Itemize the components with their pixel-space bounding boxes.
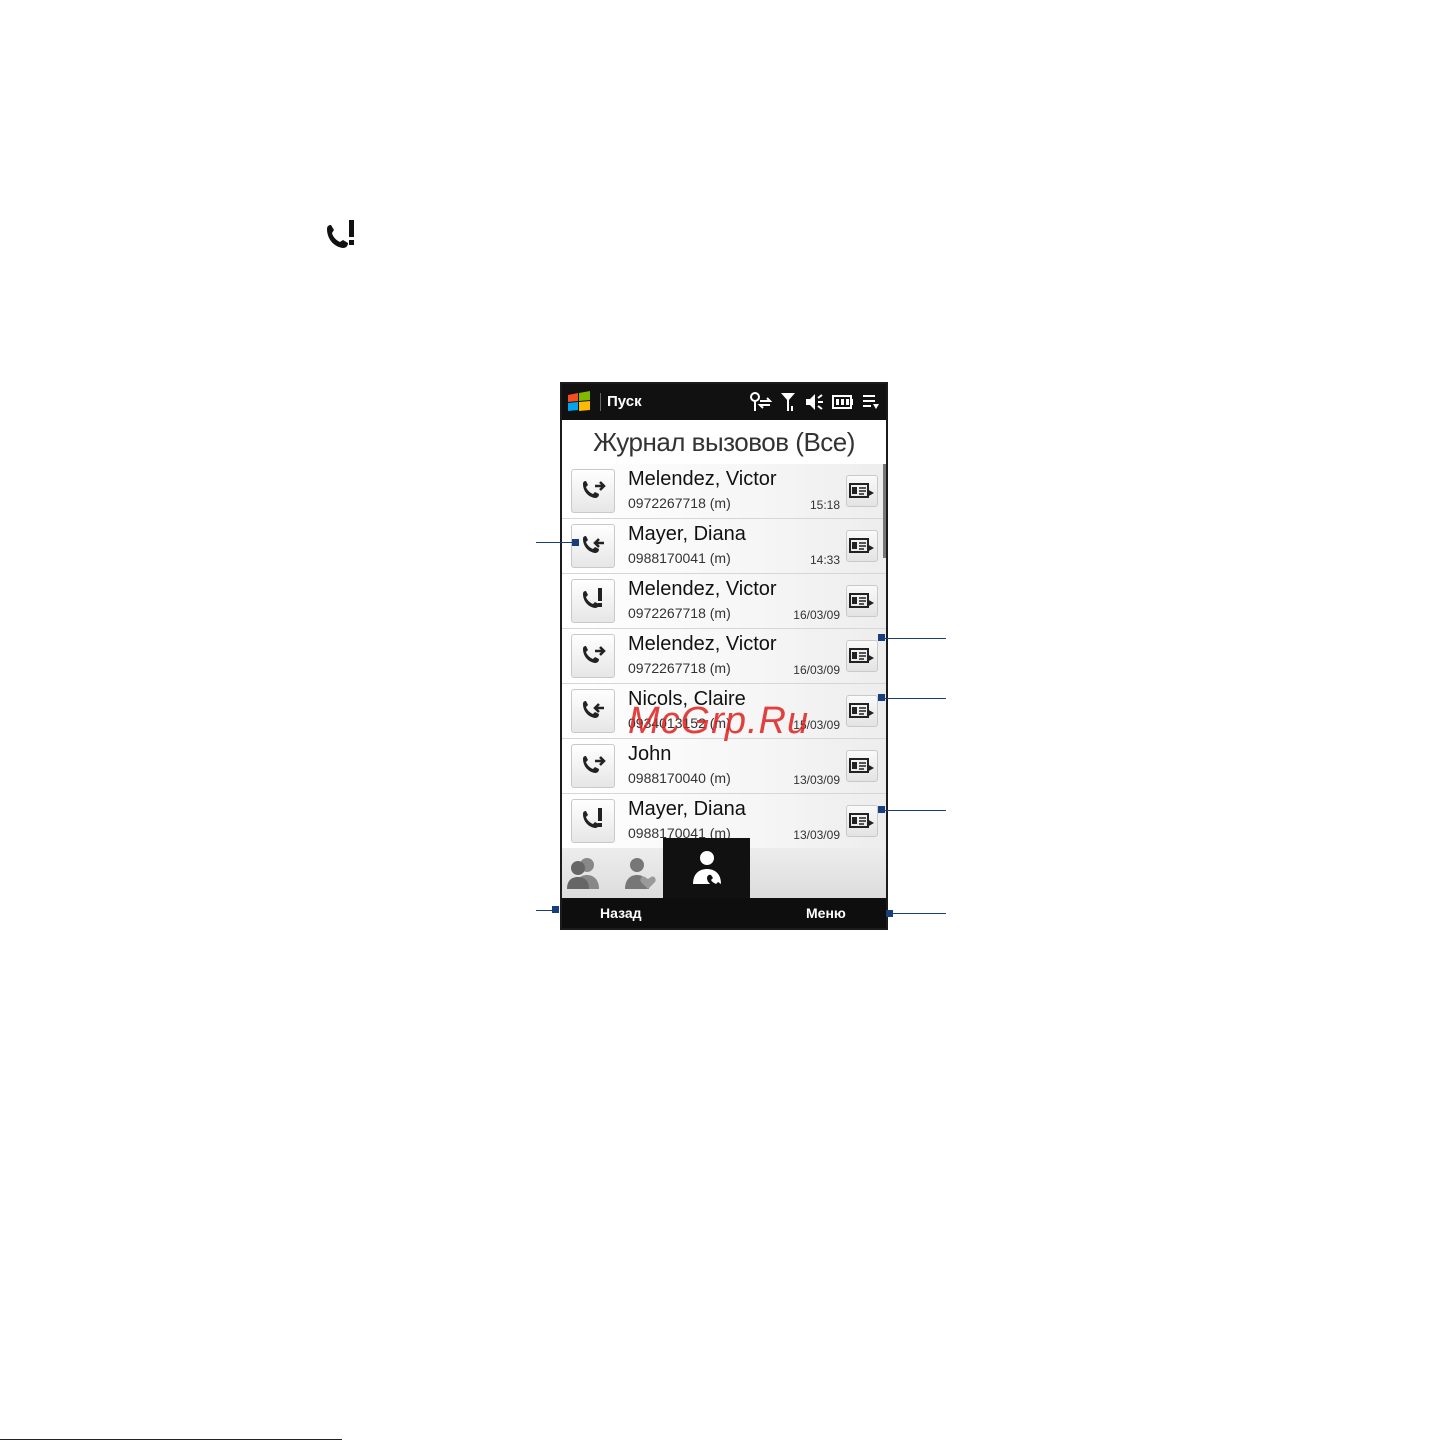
tab-favorites[interactable]	[618, 848, 662, 898]
windows-start-icon[interactable]	[566, 391, 592, 413]
contact-details-button[interactable]	[846, 640, 878, 672]
quick-menu-icon[interactable]	[862, 393, 880, 411]
call-back-button[interactable]	[571, 799, 615, 843]
callout-line	[882, 698, 946, 699]
contact-name: John	[628, 743, 672, 765]
tab-call-history[interactable]	[663, 838, 750, 898]
call-back-button[interactable]	[571, 524, 615, 568]
call-time: 16/03/09	[793, 663, 840, 677]
incoming-call-icon	[583, 536, 604, 553]
call-back-button[interactable]	[571, 469, 615, 513]
contact-card-icon	[849, 483, 874, 498]
contact-name: Melendez, Victor	[628, 468, 777, 490]
tab-contacts[interactable]	[562, 848, 606, 898]
people-icon	[567, 858, 599, 889]
call-row[interactable]: Melendez, Victor 0972267718 (m) 15:18	[562, 464, 886, 519]
callout-line	[882, 638, 946, 639]
callout-marker	[878, 634, 885, 641]
volume-icon[interactable]	[804, 392, 824, 412]
call-back-button[interactable]	[571, 689, 615, 733]
contact-details-button[interactable]	[846, 475, 878, 507]
missed-call-icon	[327, 220, 354, 248]
call-back-button[interactable]	[571, 579, 615, 623]
outgoing-call-icon	[583, 756, 606, 773]
contact-name: Melendez, Victor	[628, 578, 777, 600]
call-time: 15:18	[809, 498, 840, 512]
phone-number: 0988170040 (m)	[628, 770, 731, 786]
callout-marker	[878, 806, 885, 813]
call-time: 13/03/09	[793, 828, 840, 842]
menu-softkey[interactable]: Меню	[806, 905, 846, 921]
incoming-call-icon	[583, 701, 604, 718]
data-connection-icon[interactable]	[750, 392, 772, 412]
back-softkey[interactable]: Назад	[600, 905, 642, 921]
outgoing-call-icon	[583, 481, 606, 498]
call-row[interactable]: John 0988170040 (m) 13/03/09	[562, 739, 886, 794]
watermark: McGrp.Ru	[628, 700, 810, 742]
contact-card-icon	[849, 593, 874, 608]
contact-name: Mayer, Diana	[628, 798, 746, 820]
call-back-button[interactable]	[571, 634, 615, 678]
screen-title: Журнал вызовов (Все)	[562, 420, 886, 464]
contact-card-icon	[849, 703, 874, 718]
callout-marker	[886, 910, 893, 917]
contact-card-icon	[849, 538, 874, 553]
call-time: 14:33	[809, 553, 840, 567]
call-history-icon	[692, 851, 721, 887]
contact-card-icon	[849, 648, 874, 663]
contact-card-icon	[849, 758, 874, 773]
battery-icon[interactable]	[832, 394, 854, 410]
signal-strength-icon[interactable]	[780, 392, 796, 412]
contact-details-button[interactable]	[846, 750, 878, 782]
contact-details-button[interactable]	[846, 585, 878, 617]
contact-card-icon	[849, 813, 874, 828]
phone-number: 0972267718 (m)	[628, 495, 731, 511]
contact-name: Melendez, Victor	[628, 633, 777, 655]
status-bar: Пуск	[562, 384, 886, 420]
tab-bar	[562, 838, 886, 898]
call-time: 13/03/09	[793, 773, 840, 787]
call-time: 16/03/09	[793, 608, 840, 622]
phone-screen: Пуск Журнал вызовов (Все) Melendez, Vict…	[560, 382, 888, 930]
phone-number: 0988170041 (m)	[628, 550, 731, 566]
call-row[interactable]: Mayer, Diana 0988170041 (m) 14:33	[562, 519, 886, 574]
call-history-list[interactable]: Melendez, Victor 0972267718 (m) 15:18 Ma…	[562, 464, 886, 849]
favorite-person-icon	[625, 858, 656, 889]
call-row[interactable]: Melendez, Victor 0972267718 (m) 16/03/09	[562, 574, 886, 629]
callout-marker	[572, 539, 579, 546]
contact-details-button[interactable]	[846, 805, 878, 837]
callout-marker	[552, 906, 559, 913]
callout-line	[536, 542, 576, 543]
callout-line	[882, 810, 946, 811]
phone-number: 0972267718 (m)	[628, 605, 731, 621]
start-label[interactable]: Пуск	[600, 393, 642, 411]
contact-details-button[interactable]	[846, 695, 878, 727]
softkey-bar: Назад Меню	[562, 898, 886, 928]
missed-call-icon	[583, 808, 602, 828]
contact-name: Mayer, Diana	[628, 523, 746, 545]
callout-marker	[878, 694, 885, 701]
contact-details-button[interactable]	[846, 530, 878, 562]
footer-divider	[0, 1439, 342, 1440]
phone-number: 0972267718 (m)	[628, 660, 731, 676]
scrollbar[interactable]	[883, 464, 886, 558]
call-row[interactable]: Melendez, Victor 0972267718 (m) 16/03/09	[562, 629, 886, 684]
callout-line	[888, 913, 946, 914]
call-back-button[interactable]	[571, 744, 615, 788]
missed-call-icon	[583, 588, 602, 608]
outgoing-call-icon	[583, 646, 606, 663]
